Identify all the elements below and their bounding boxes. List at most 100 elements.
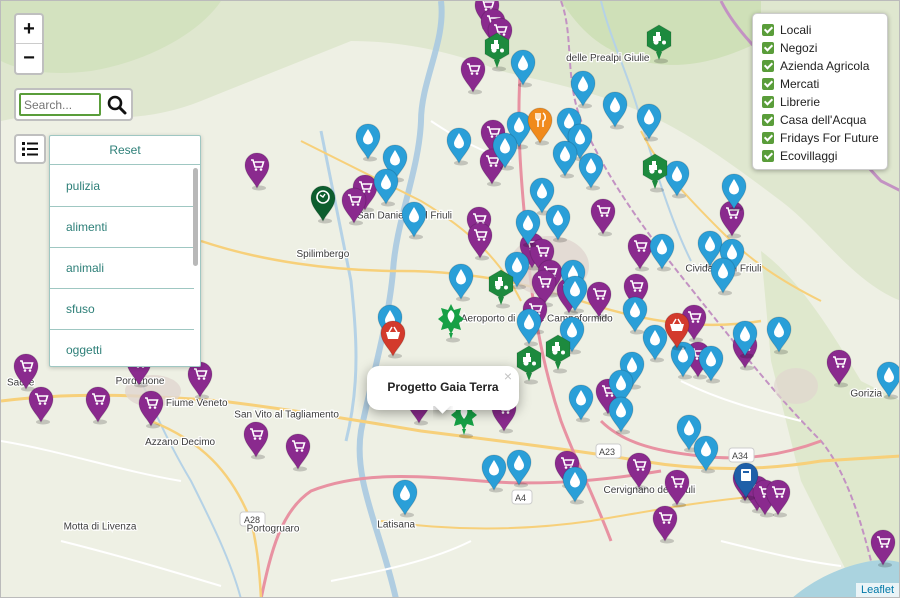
- marker-mercati[interactable]: [662, 310, 692, 351]
- marker-casa-dell-acqua[interactable]: [513, 207, 543, 248]
- marker-casa-dell-acqua[interactable]: [508, 47, 538, 88]
- marker-negozi[interactable]: [662, 467, 692, 508]
- search-icon[interactable]: [107, 94, 127, 116]
- road-shield: A23: [595, 443, 622, 459]
- layer-control: Locali Negozi Azienda Agricola Mercati Libre…: [752, 13, 888, 170]
- checkbox[interactable]: [762, 24, 774, 36]
- checkbox[interactable]: [762, 42, 774, 54]
- azienda-agricola-icon: [545, 334, 571, 374]
- layer-toggle[interactable]: Casa dell'Acqua: [762, 111, 887, 129]
- marker-negozi[interactable]: [465, 220, 495, 261]
- marker-casa-dell-acqua[interactable]: [543, 202, 573, 243]
- marker-negozi[interactable]: [136, 388, 166, 429]
- tag-item[interactable]: pulizia: [50, 166, 194, 207]
- marker-casa-dell-acqua[interactable]: [446, 261, 476, 302]
- marker-casa-dell-acqua[interactable]: [691, 433, 721, 474]
- tag-item[interactable]: sfuso: [50, 289, 194, 330]
- checkbox[interactable]: [762, 132, 774, 144]
- search-control: [14, 88, 133, 121]
- marker-ecovillaggi[interactable]: [436, 302, 466, 343]
- marker-casa-dell-acqua[interactable]: [566, 382, 596, 423]
- marker-negozi[interactable]: [868, 527, 898, 568]
- place-label: Motta di Livenza: [64, 521, 137, 532]
- marker-casa-dell-acqua[interactable]: [490, 130, 520, 171]
- marker-librerie[interactable]: [731, 460, 761, 501]
- negozi-icon: [28, 386, 54, 425]
- marker-negozi[interactable]: [242, 150, 272, 191]
- zoom-out-button[interactable]: −: [16, 44, 42, 73]
- marker-negozi[interactable]: [588, 196, 618, 237]
- layer-toggle[interactable]: Librerie: [762, 93, 887, 111]
- marker-casa-dell-acqua[interactable]: [764, 314, 794, 355]
- casa-dell-acqua-icon: [608, 396, 634, 435]
- negozi-icon: [243, 421, 269, 460]
- ecovillaggi-icon: [437, 303, 464, 343]
- layer-toggle[interactable]: Mercati: [762, 75, 887, 93]
- marker-casa-dell-acqua[interactable]: [874, 359, 899, 400]
- reset-button[interactable]: Reset: [50, 136, 200, 165]
- marker-negozi[interactable]: [26, 384, 56, 425]
- tag-item[interactable]: animali: [50, 248, 194, 289]
- marker-casa-dell-acqua[interactable]: [606, 394, 636, 435]
- tag-item[interactable]: alimenti: [50, 207, 194, 248]
- marker-casa-dell-acqua[interactable]: [647, 231, 677, 272]
- marker-fridays-for-future[interactable]: [308, 183, 338, 224]
- tag-list-toggle-button[interactable]: [14, 134, 46, 164]
- marker-azienda-agricola[interactable]: [543, 333, 573, 374]
- marker-casa-dell-acqua[interactable]: [390, 477, 420, 517]
- marker-negozi[interactable]: [624, 450, 654, 491]
- marker-casa-dell-acqua[interactable]: [730, 318, 760, 359]
- marker-casa-dell-acqua[interactable]: [371, 166, 401, 207]
- attribution-link[interactable]: Leaflet: [855, 583, 899, 597]
- map[interactable]: A28 A4 A23 A34 SpilimbergoSan Daniele de…: [0, 0, 900, 598]
- marker-casa-dell-acqua[interactable]: [560, 273, 590, 314]
- marker-casa-dell-acqua[interactable]: [568, 68, 598, 109]
- marker-mercati[interactable]: [378, 318, 408, 359]
- layer-toggle[interactable]: Azienda Agricola: [762, 57, 887, 75]
- popup-close-button[interactable]: ×: [504, 368, 512, 384]
- marker-casa-dell-acqua[interactable]: [708, 255, 738, 296]
- tag-list[interactable]: pulizia alimenti animali sfuso oggetti: [50, 166, 194, 366]
- fridays-for-future-icon: [310, 185, 336, 224]
- marker-azienda-agricola[interactable]: [482, 31, 512, 72]
- casa-dell-acqua-icon: [373, 168, 399, 207]
- marker-negozi[interactable]: [763, 477, 793, 517]
- marker-casa-dell-acqua[interactable]: [576, 150, 606, 191]
- marker-negozi[interactable]: [650, 503, 680, 544]
- tag-item[interactable]: oggetti: [50, 330, 194, 366]
- marker-azienda-agricola[interactable]: [640, 152, 670, 193]
- layer-toggle[interactable]: Negozi: [762, 39, 887, 57]
- casa-dell-acqua-icon: [649, 233, 675, 272]
- marker-negozi[interactable]: [241, 419, 271, 460]
- marker-casa-dell-acqua[interactable]: [514, 306, 544, 347]
- marker-negozi[interactable]: [824, 347, 854, 388]
- zoom-in-button[interactable]: +: [16, 15, 42, 44]
- layer-label: Negozi: [780, 41, 818, 55]
- checkbox[interactable]: [762, 60, 774, 72]
- layer-toggle[interactable]: Ecovillaggi: [762, 147, 887, 165]
- marker-azienda-agricola[interactable]: [644, 23, 674, 64]
- marker-casa-dell-acqua[interactable]: [696, 343, 726, 384]
- marker-casa-dell-acqua[interactable]: [600, 89, 630, 129]
- layer-label: Azienda Agricola: [780, 59, 870, 73]
- marker-locali[interactable]: [525, 105, 555, 146]
- marker-negozi[interactable]: [283, 431, 313, 472]
- marker-negozi[interactable]: [83, 384, 113, 425]
- search-input[interactable]: [19, 93, 101, 116]
- marker-negozi[interactable]: [339, 185, 369, 226]
- marker-casa-dell-acqua[interactable]: [444, 125, 474, 166]
- marker-casa-dell-acqua[interactable]: [399, 199, 429, 240]
- checkbox[interactable]: [762, 114, 774, 126]
- layer-toggle[interactable]: Fridays For Future: [762, 129, 887, 147]
- marker-casa-dell-acqua[interactable]: [634, 101, 664, 142]
- marker-casa-dell-acqua[interactable]: [719, 171, 749, 212]
- marker-casa-dell-acqua[interactable]: [479, 452, 509, 493]
- checkbox[interactable]: [762, 96, 774, 108]
- marker-azienda-agricola[interactable]: [486, 268, 516, 309]
- checkbox[interactable]: [762, 78, 774, 90]
- checkbox[interactable]: [762, 150, 774, 162]
- marker-popup: Progetto Gaia Terra ×: [367, 366, 519, 410]
- tag-list-scrollbar[interactable]: [193, 168, 198, 266]
- marker-casa-dell-acqua[interactable]: [560, 464, 590, 505]
- layer-toggle[interactable]: Locali: [762, 21, 887, 39]
